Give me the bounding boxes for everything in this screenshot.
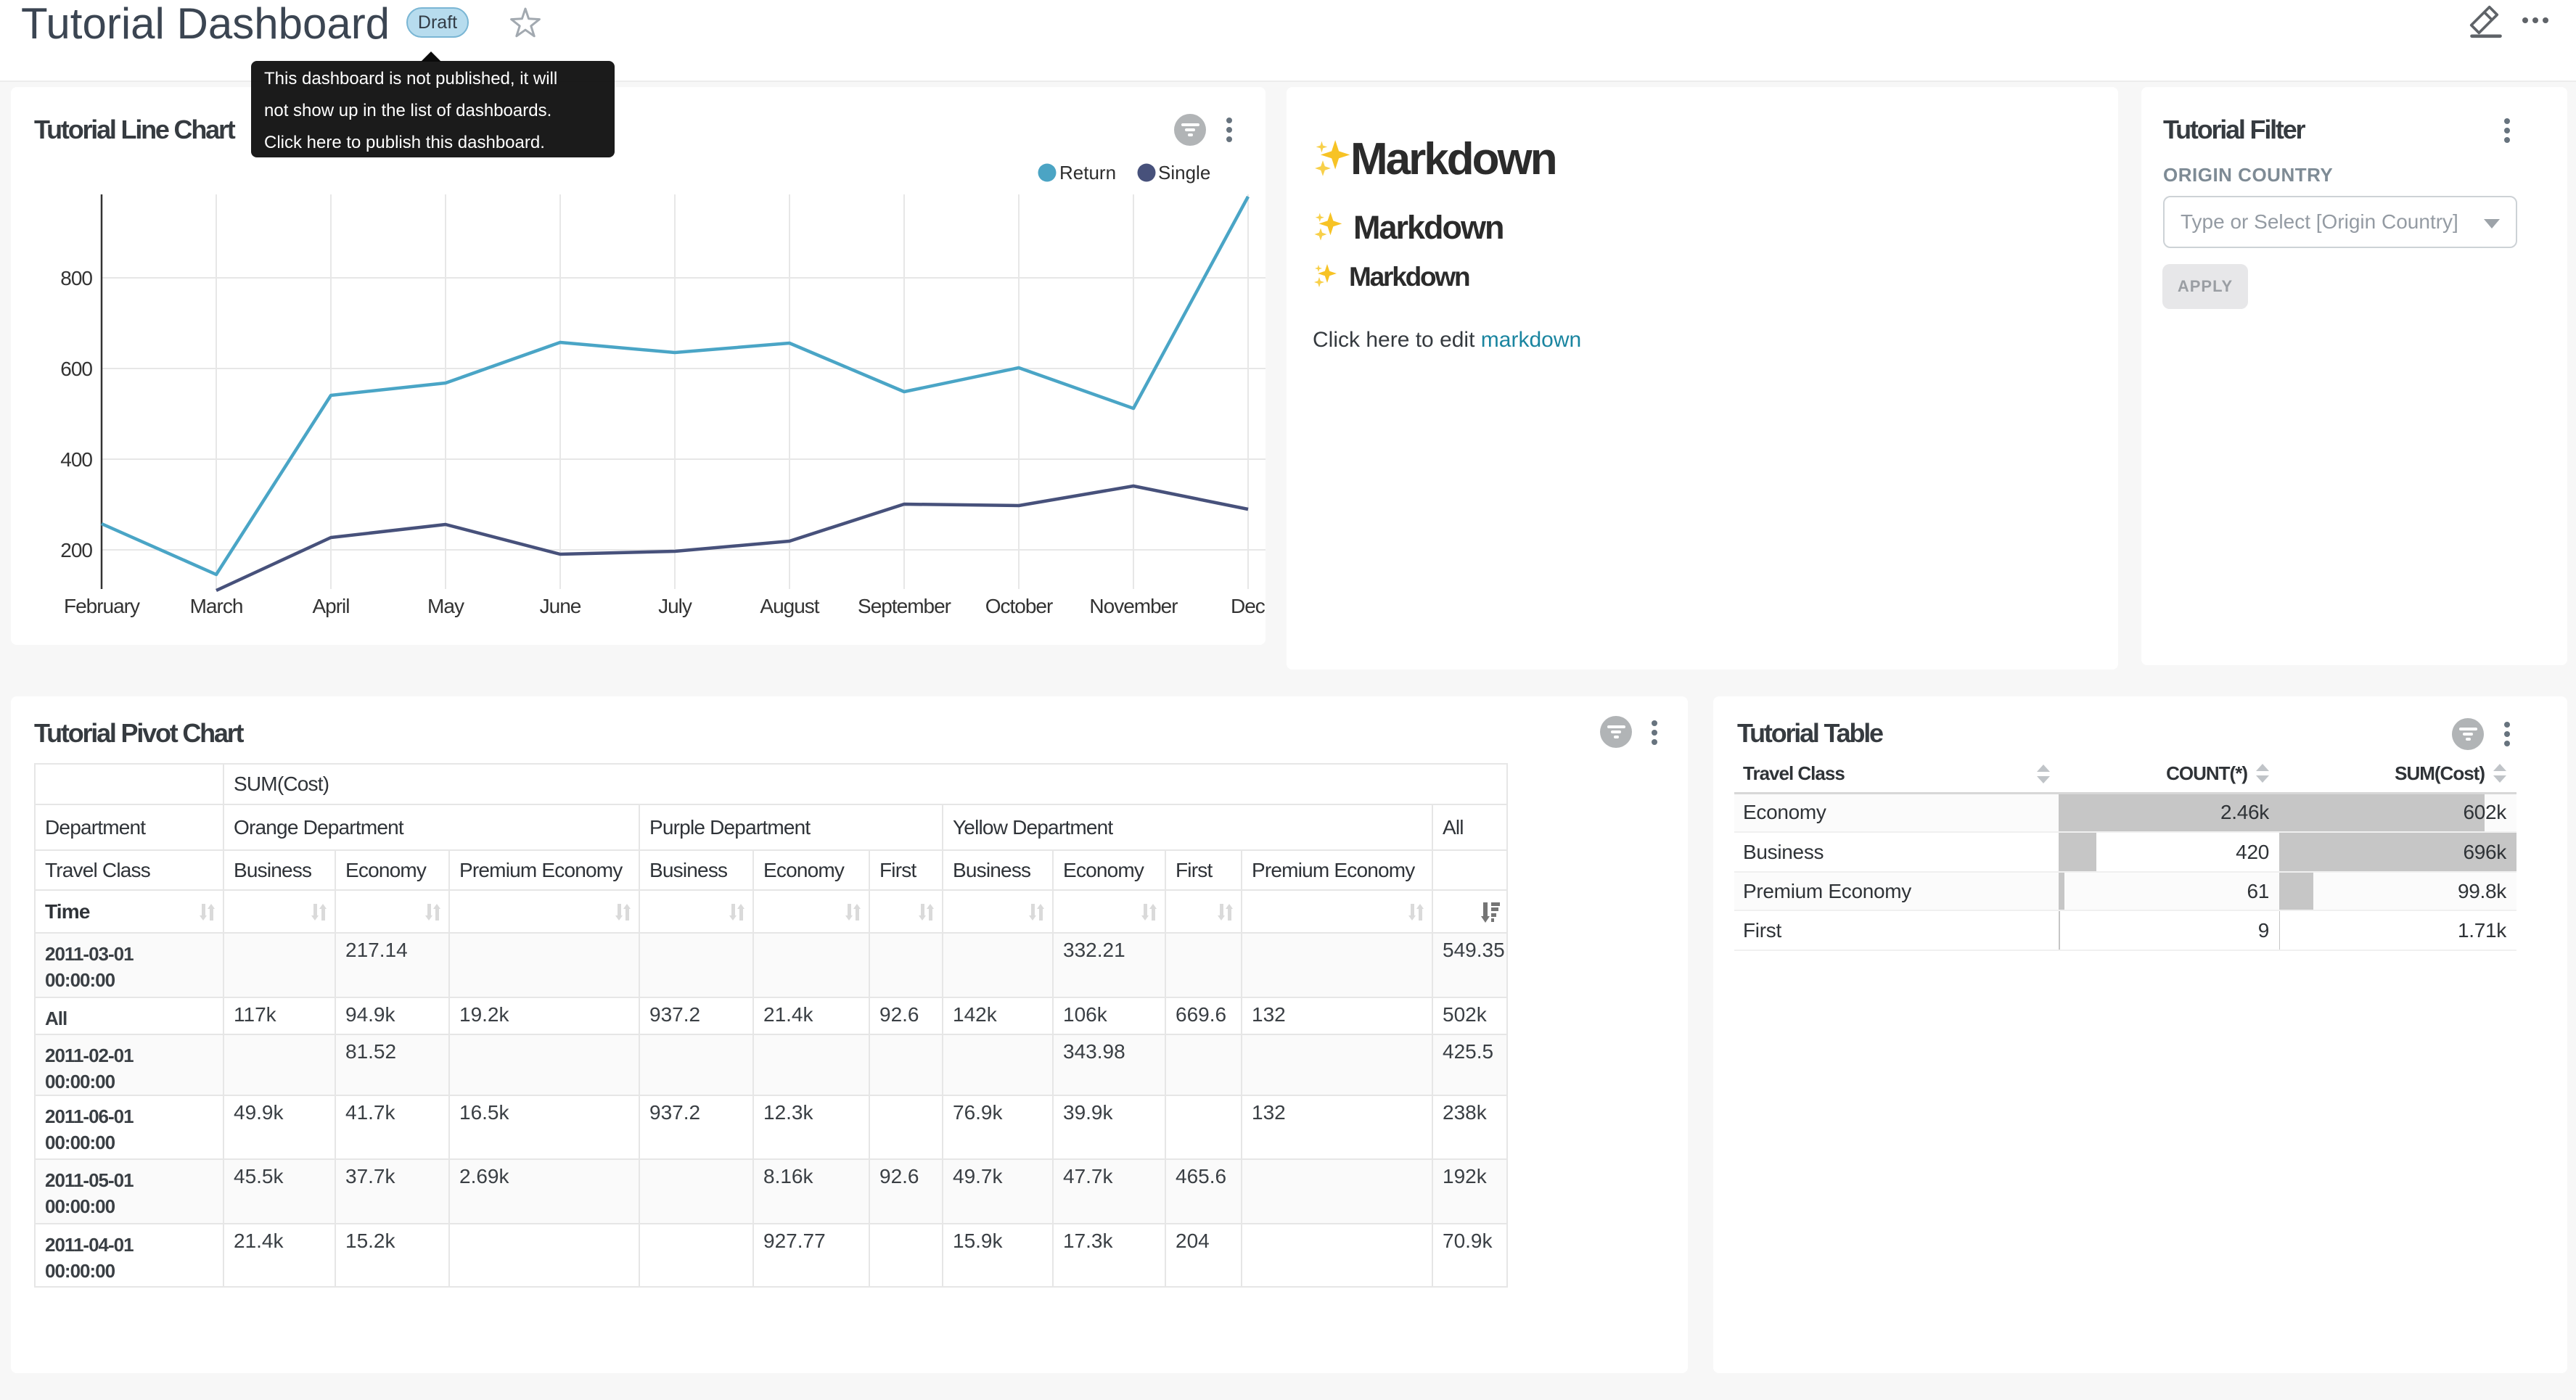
svg-text:June: June bbox=[540, 595, 581, 617]
svg-text:April: April bbox=[312, 595, 349, 617]
svg-text:200: 200 bbox=[60, 539, 92, 561]
svg-text:400: 400 bbox=[60, 448, 92, 471]
svg-text:December: December bbox=[1231, 595, 1266, 617]
svg-text:September: September bbox=[858, 595, 951, 617]
svg-text:March: March bbox=[190, 595, 243, 617]
svg-text:February: February bbox=[64, 595, 140, 617]
svg-text:Return: Return bbox=[1059, 162, 1116, 184]
svg-text:600: 600 bbox=[60, 358, 92, 380]
svg-text:May: May bbox=[427, 595, 464, 617]
svg-text:November: November bbox=[1089, 595, 1178, 617]
svg-text:July: July bbox=[658, 595, 692, 617]
svg-text:Single: Single bbox=[1158, 162, 1210, 184]
svg-text:800: 800 bbox=[60, 267, 92, 289]
svg-text:August: August bbox=[760, 595, 819, 617]
svg-text:October: October bbox=[985, 595, 1053, 617]
